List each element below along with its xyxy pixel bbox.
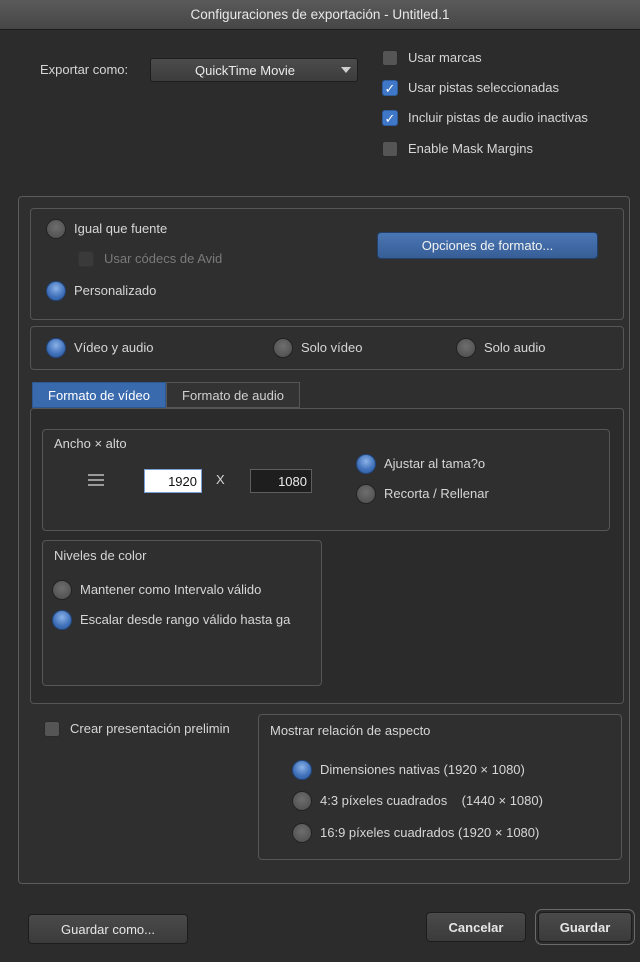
aspect-title: Mostrar relación de aspecto	[270, 723, 431, 738]
option-avid-codecs-label: Usar códecs de Avid	[104, 251, 223, 266]
radio-fit-size-label: Ajustar al tama?o	[384, 456, 486, 471]
radio-video-only-dot[interactable]	[273, 338, 293, 358]
export-format-select[interactable]: QuickTime Movie	[150, 58, 358, 82]
format-options-button[interactable]: Opciones de formato...	[377, 232, 598, 259]
radio-video-audio-dot[interactable]	[46, 338, 66, 358]
tab-video-format[interactable]: Formato de vídeo	[32, 382, 166, 408]
radio-video-only-label: Solo vídeo	[301, 340, 363, 355]
size-separator: X	[216, 472, 225, 487]
export-as-label: Exportar como:	[40, 62, 129, 77]
size-menu-icon[interactable]	[88, 471, 104, 489]
radio-same-as-source-dot[interactable]	[46, 219, 66, 239]
radio-crop-fill-dot[interactable]	[356, 484, 376, 504]
checkbox-create-preview[interactable]	[44, 721, 60, 737]
radio-custom-label: Personalizado	[74, 283, 157, 298]
radio-same-as-source-label: Igual que fuente	[74, 221, 168, 236]
height-field[interactable]: 1080	[250, 469, 312, 493]
save-as-button[interactable]: Guardar como...	[28, 914, 188, 944]
checkbox-avid-codecs	[78, 251, 94, 267]
checkmark-icon: ✓	[384, 110, 396, 126]
window-titlebar: Configuraciones de exportación - Untitle…	[0, 0, 640, 30]
radio-aspect-native-dot[interactable]	[292, 760, 312, 780]
chevron-down-icon	[341, 67, 351, 73]
checkbox-use-marks[interactable]	[382, 50, 398, 66]
window-title: Configuraciones de exportación - Untitle…	[190, 7, 450, 22]
option-create-preview-label: Crear presentación prelimin	[70, 721, 230, 736]
export-format-value: QuickTime Movie	[195, 62, 295, 78]
size-title: Ancho × alto	[54, 436, 127, 451]
radio-aspect-16-9-dot[interactable]	[292, 823, 312, 843]
checkmark-icon: ✓	[384, 80, 396, 96]
radio-audio-only-label: Solo audio	[484, 340, 546, 355]
checkbox-selected-tracks[interactable]: ✓	[382, 80, 398, 96]
option-mask-margins-label: Enable Mask Margins	[408, 141, 533, 156]
radio-aspect-4-3-dot[interactable]	[292, 791, 312, 811]
radio-keep-legal-label: Mantener como Intervalo válido	[80, 582, 262, 597]
option-use-marks-label: Usar marcas	[408, 50, 482, 65]
radio-aspect-native-label: Dimensiones nativas (1920 × 1080)	[320, 762, 525, 777]
radio-crop-fill-label: Recorta / Rellenar	[384, 486, 489, 501]
size-section	[42, 429, 610, 531]
color-levels-title: Niveles de color	[54, 548, 147, 563]
checkbox-inactive-audio[interactable]: ✓	[382, 110, 398, 126]
option-inactive-audio-label: Incluir pistas de audio inactivas	[408, 110, 588, 125]
option-create-preview[interactable]: Crear presentación prelimin	[44, 720, 258, 740]
tab-audio-format[interactable]: Formato de audio	[166, 382, 300, 408]
radio-audio-only-dot[interactable]	[456, 338, 476, 358]
radio-custom-dot[interactable]	[46, 281, 66, 301]
radio-scale-legal-label: Escalar desde rango válido hasta ga	[80, 612, 291, 627]
radio-scale-legal-dot[interactable]	[52, 610, 72, 630]
radio-aspect-16-9-label: 16:9 píxeles cuadrados (1920 × 1080)	[320, 825, 540, 840]
radio-video-audio-label: Vídeo y audio	[74, 340, 154, 355]
width-field[interactable]: 1920	[144, 469, 202, 493]
radio-fit-size-dot[interactable]	[356, 454, 376, 474]
save-button[interactable]: Guardar	[535, 909, 635, 945]
radio-keep-legal-dot[interactable]	[52, 580, 72, 600]
radio-aspect-4-3-label: 4:3 píxeles cuadrados (1440 × 1080)	[320, 793, 543, 808]
checkbox-mask-margins[interactable]	[382, 141, 398, 157]
option-selected-tracks-label: Usar pistas seleccionadas	[408, 80, 560, 95]
radio-scale-legal[interactable]: Escalar desde rango válido hasta ga	[52, 610, 320, 634]
cancel-button[interactable]: Cancelar	[426, 912, 526, 942]
